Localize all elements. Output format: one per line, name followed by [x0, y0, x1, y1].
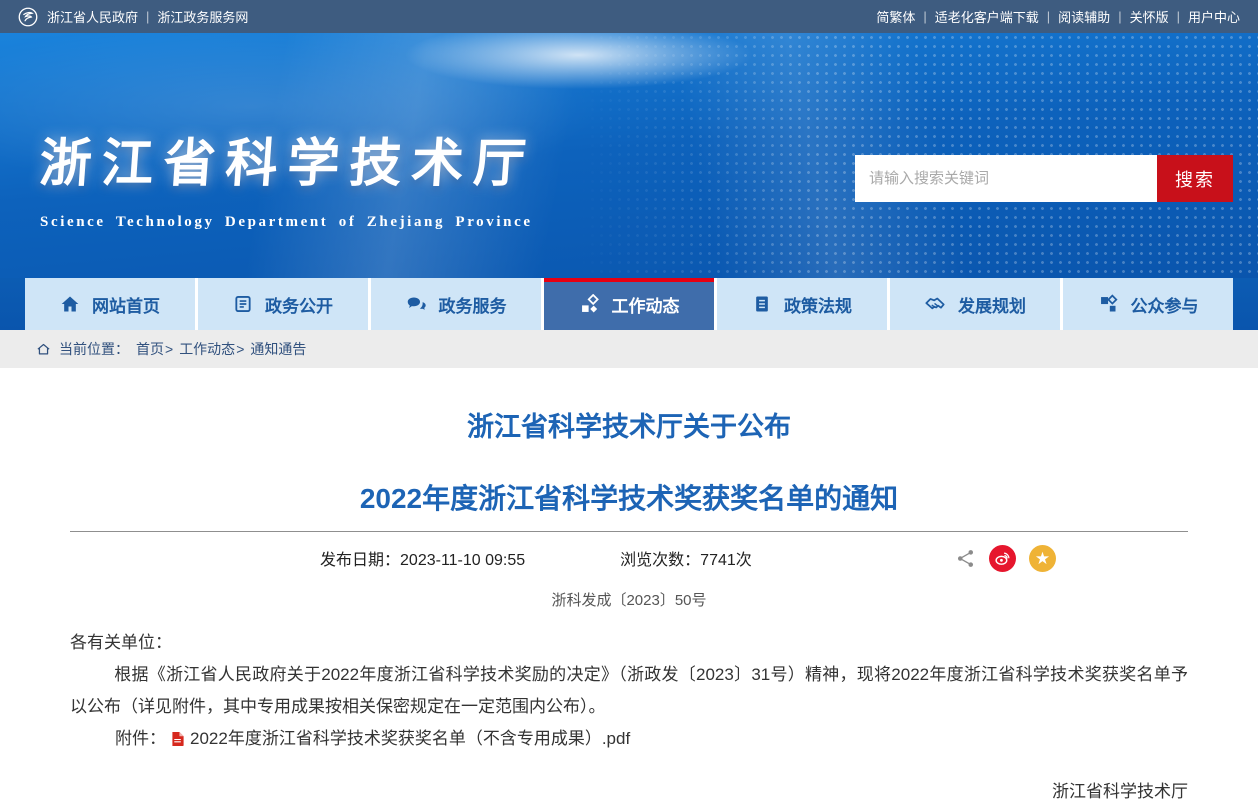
tab-label: 政策法规	[784, 292, 852, 317]
gov-logo-icon	[18, 7, 38, 27]
top-utility-bar: 浙江省人民政府 | 浙江政务服务网 简繁体 | 适老化客户端下载 | 阅读辅助 | 关怀版 | 用户…	[0, 0, 1258, 33]
tab-dev-plan[interactable]: 发展规划	[887, 278, 1060, 330]
link-separator: |	[923, 9, 926, 24]
home-icon	[60, 294, 80, 314]
topbar-left-links: 浙江省人民政府 | 浙江政务服务网	[47, 7, 248, 26]
salutation: 各有关单位：	[70, 627, 1188, 659]
site-title: 浙江省科学技术厅	[37, 121, 538, 196]
topbar-link-right-0[interactable]: 简繁体	[876, 7, 915, 26]
article-meta: 发布日期：2023-11-10 09:55 浏览次数：7741次 ★	[70, 536, 1188, 580]
signature-org: 浙江省科学技术厅	[70, 776, 1188, 808]
breadcrumb-prefix: 当前位置：	[59, 339, 129, 359]
chat-icon	[406, 294, 427, 315]
topbar-link-right-4[interactable]: 用户中心	[1188, 7, 1240, 26]
document-number: 浙科发成〔2023〕50号	[70, 589, 1188, 610]
tab-policy[interactable]: 政策法规	[714, 278, 887, 330]
article-title-line1: 浙江省科学技术厅关于公布	[70, 405, 1188, 444]
participate-icon	[1098, 294, 1119, 315]
topbar-link-right-3[interactable]: 关怀版	[1130, 7, 1169, 26]
attachment-label: 附件：	[115, 723, 166, 755]
crumb-2[interactable]: 通知通告	[250, 341, 306, 357]
title-divider	[70, 531, 1188, 532]
topbar-link-1[interactable]: 浙江政务服务网	[157, 7, 248, 26]
pdf-icon	[171, 731, 185, 747]
tab-gov-info[interactable]: 政务公开	[195, 278, 368, 330]
page-title: 浙江省科学技术厅关于公布 2022年度浙江省科学技术奖获奖名单的通知	[70, 405, 1188, 517]
tab-label: 发展规划	[958, 292, 1026, 317]
tab-participation[interactable]: 公众参与	[1060, 278, 1233, 330]
article-page: 浙江省科学技术厅关于公布 2022年度浙江省科学技术奖获奖名单的通知 发布日期：…	[70, 405, 1188, 811]
article-body: 各有关单位： 根据《浙江省人民政府关于2022年度浙江省科学技术奖励的决定》（浙…	[70, 627, 1188, 755]
search-button[interactable]: 搜索	[1157, 155, 1233, 202]
site-banner: 浙江省科学技术厅 Science Technology Department o…	[0, 33, 1258, 278]
article-paragraph: 根据《浙江省人民政府关于2022年度浙江省科学技术奖励的决定》（浙政发〔2023…	[70, 659, 1188, 723]
blocks-icon	[579, 294, 600, 315]
breadcrumb: 当前位置： 首页>工作动态>通知通告	[0, 330, 1258, 368]
newspaper-icon	[233, 294, 253, 314]
topbar-right-links: 简繁体 | 适老化客户端下载 | 阅读辅助 | 关怀版 | 用户中心	[876, 7, 1240, 26]
site-subtitle: Science Technology Department of Zhejian…	[40, 214, 536, 231]
attachment-row: 附件： 2022年度浙江省科学技术奖获奖名单（不含专用成果）.pdf	[115, 723, 1188, 755]
signature-block: 浙江省科学技术厅 2023年11月8日	[70, 776, 1188, 811]
crumb-separator: >	[165, 341, 173, 357]
handshake-icon	[924, 293, 946, 315]
site-search: 搜索	[855, 155, 1233, 202]
article-title-line2: 2022年度浙江省科学技术奖获奖名单的通知	[70, 477, 1188, 517]
share-buttons: ★	[955, 545, 1056, 572]
weibo-icon[interactable]	[989, 545, 1016, 572]
tab-work-news[interactable]: 工作动态	[541, 278, 714, 330]
link-separator: |	[1047, 9, 1050, 24]
crumb-separator: >	[236, 341, 244, 357]
tab-label: 政务服务	[439, 292, 507, 317]
tab-gov-service[interactable]: 政务服务	[368, 278, 541, 330]
crumb-1[interactable]: 工作动态	[179, 341, 235, 357]
tab-label: 网站首页	[92, 292, 160, 317]
tab-label: 工作动态	[612, 292, 680, 317]
breadcrumb-trail: 首页>工作动态>通知通告	[136, 339, 306, 359]
attachment-link[interactable]: 2022年度浙江省科学技术奖获奖名单（不含专用成果）.pdf	[190, 723, 630, 755]
view-count: 浏览次数：7741次	[620, 546, 752, 570]
link-separator: |	[1118, 9, 1121, 24]
main-nav: 网站首页 政务公开 政务服务 工作动态 政策法规 发展规划 公众参与	[0, 278, 1258, 330]
home-outline-icon	[36, 342, 51, 357]
tab-home[interactable]: 网站首页	[25, 278, 195, 330]
qzone-icon[interactable]: ★	[1029, 545, 1056, 572]
search-input[interactable]	[855, 155, 1157, 202]
topbar-link-right-2[interactable]: 阅读辅助	[1058, 7, 1110, 26]
link-separator: |	[1177, 9, 1180, 24]
publish-date: 发布日期：2023-11-10 09:55	[320, 546, 525, 570]
share-icon[interactable]	[955, 548, 976, 569]
tab-label: 公众参与	[1131, 292, 1199, 317]
crumb-0[interactable]: 首页	[136, 341, 164, 357]
topbar-link-right-1[interactable]: 适老化客户端下载	[935, 7, 1039, 26]
topbar-link-0[interactable]: 浙江省人民政府	[47, 7, 138, 26]
link-separator: |	[146, 9, 149, 24]
document-icon	[752, 294, 772, 314]
tab-label: 政务公开	[265, 292, 333, 317]
site-brand: 浙江省科学技术厅 Science Technology Department o…	[40, 121, 536, 231]
